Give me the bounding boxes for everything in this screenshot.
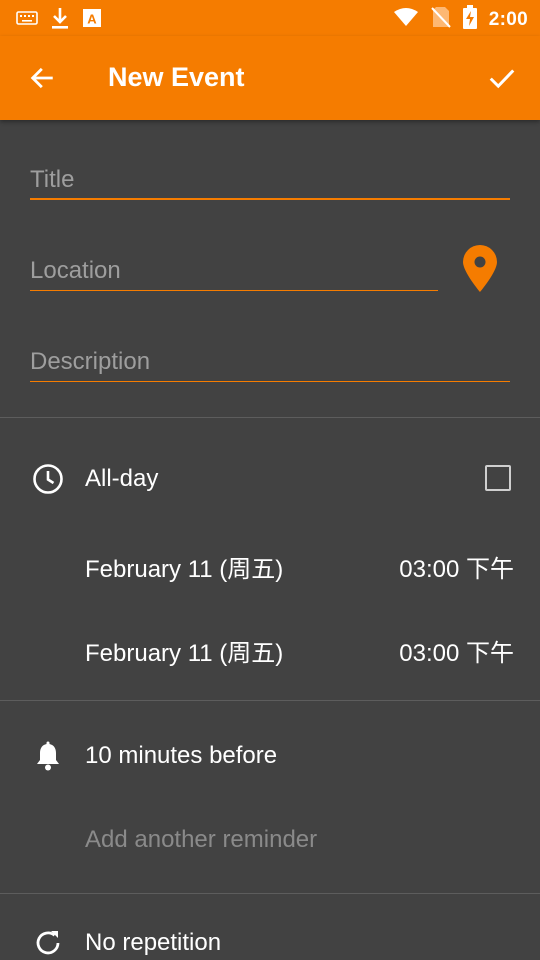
start-time[interactable]: 03:00 下午: [399, 549, 514, 584]
clock-icon: [32, 463, 64, 495]
divider: [0, 700, 540, 701]
divider: [0, 417, 540, 418]
no-sim-icon: [431, 6, 451, 33]
wifi-icon: [393, 7, 419, 32]
all-day-label[interactable]: All-day: [85, 465, 158, 493]
save-button[interactable]: [482, 58, 522, 98]
map-pin-icon[interactable]: [460, 244, 500, 294]
check-icon: [489, 69, 515, 89]
toolbar: New Event: [0, 36, 540, 120]
start-date[interactable]: February 11 (周五): [85, 549, 283, 584]
back-button[interactable]: [22, 58, 62, 98]
description-input[interactable]: Description: [30, 348, 510, 382]
battery-charging-icon: [462, 5, 477, 34]
divider: [0, 893, 540, 894]
all-day-checkbox[interactable]: [485, 465, 511, 491]
repetition-label[interactable]: No repetition: [85, 929, 221, 957]
page-title: New Event: [108, 62, 245, 92]
keyboard-icon: [16, 11, 38, 30]
download-icon: [50, 6, 70, 35]
add-reminder-button[interactable]: Add another reminder: [85, 826, 317, 854]
bell-icon: [32, 740, 64, 772]
arrow-left-icon: [30, 67, 53, 89]
end-time[interactable]: 03:00 下午: [399, 633, 514, 668]
font-app-icon: A: [82, 8, 102, 33]
title-placeholder: Title: [30, 166, 75, 193]
description-placeholder: Description: [30, 348, 151, 375]
svg-text:A: A: [87, 12, 97, 27]
location-placeholder: Location: [30, 257, 121, 284]
location-input[interactable]: Location: [30, 257, 438, 291]
reminder-item[interactable]: 10 minutes before: [85, 742, 277, 770]
title-input[interactable]: Title: [30, 166, 510, 200]
new-event-screen: A 2:00 New Event Title Location Descript…: [0, 0, 540, 960]
status-bar: A 2:00: [0, 0, 540, 36]
status-time: 2:00: [488, 8, 528, 30]
repeat-icon: [32, 927, 64, 959]
end-date[interactable]: February 11 (周五): [85, 633, 283, 668]
